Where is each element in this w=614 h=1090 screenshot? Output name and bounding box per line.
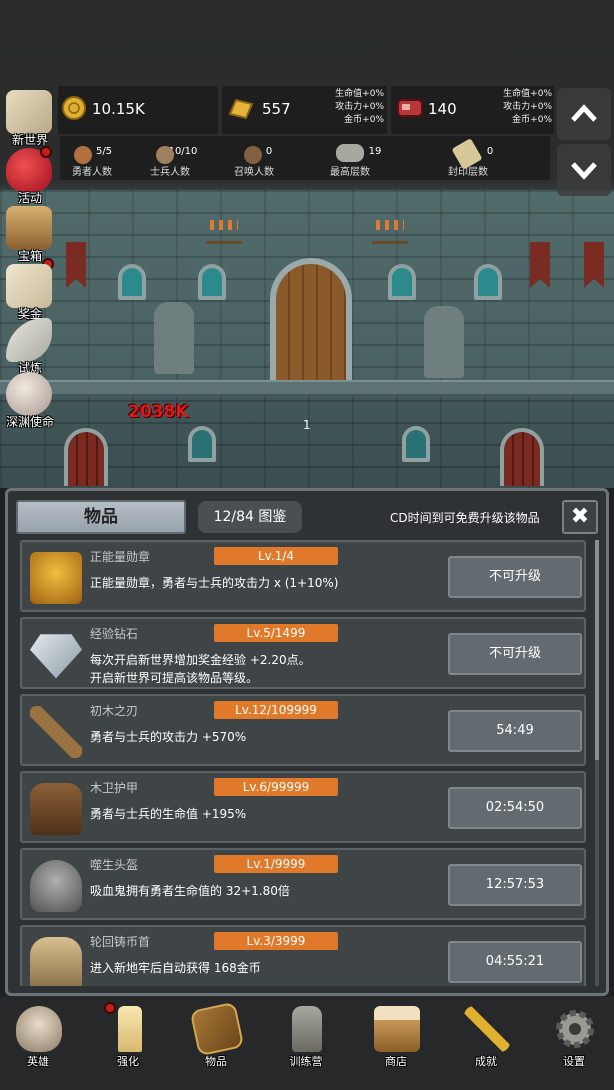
menu-chest[interactable]: 宝箱 [2, 204, 58, 270]
chandelier [372, 220, 408, 244]
damage-popup: 2038K [128, 402, 189, 422]
items-list[interactable]: 正能量勋章 Lv.1/4 正能量勋章，勇者与士兵的攻击力 x (1+10%) 不… [20, 540, 586, 986]
meat-bonus: 生命值+0% 攻击力+0% 金币+0% [503, 89, 552, 125]
list-item: 初木之刃 Lv.12/109999 勇者与士兵的攻击力 +570% 54:49 [20, 694, 586, 766]
menu-events[interactable]: 活动 [2, 146, 58, 205]
tab-items[interactable]: 物品 [16, 500, 186, 534]
summon-face-icon [244, 146, 262, 164]
nav-items[interactable]: 物品 [184, 1001, 248, 1072]
gold-ingot-bonus: 生命值+0% 攻击力+0% 金币+0% [335, 89, 384, 125]
hero-face-icon [74, 146, 92, 164]
castle-window [474, 264, 502, 300]
upgrade-timer-button[interactable]: 54:49 [448, 710, 582, 752]
upgrade-button[interactable]: 不可升级 [448, 633, 582, 675]
beer-mug-icon [374, 1006, 420, 1052]
side-door [64, 428, 108, 486]
meat-amount: 140 [428, 100, 457, 118]
envelope-icon [6, 264, 52, 308]
castle-window [188, 426, 216, 462]
chevron-up-icon [571, 104, 597, 122]
upgrade-button[interactable]: 不可升级 [448, 556, 582, 598]
key-icon [464, 1006, 510, 1052]
gear-icon [556, 1010, 594, 1048]
nav-heroes[interactable]: 英雄 [6, 1002, 70, 1072]
chevron-down-icon [571, 162, 597, 180]
list-item: 正能量勋章 Lv.1/4 正能量勋章，勇者与士兵的攻击力 x (1+10%) 不… [20, 540, 586, 612]
upgrade-timer-button[interactable]: 02:54:50 [448, 787, 582, 829]
close-icon: ✖ [570, 504, 590, 529]
gold-ingot-amount: 557 [262, 100, 291, 118]
castle-window [118, 264, 146, 300]
notification-dot [104, 1002, 116, 1014]
knight-statue [154, 302, 194, 374]
notification-dot [40, 146, 52, 158]
chandelier [206, 220, 242, 244]
nav-achievements[interactable]: 成就 [454, 1002, 518, 1072]
meat-icon [397, 99, 423, 117]
wing-icon [6, 318, 52, 362]
gold-ingot-icon [228, 98, 254, 120]
nav-enhance[interactable]: 强化 [96, 1002, 160, 1072]
lantern-icon [292, 1006, 322, 1052]
map-icon [6, 90, 52, 134]
close-button[interactable]: ✖ [562, 500, 598, 534]
skull-icon [16, 1006, 62, 1052]
nav-training[interactable]: 训练营 [274, 1002, 338, 1072]
diamond-icon [30, 634, 82, 679]
menu-new-world[interactable]: 新世界 [2, 88, 58, 147]
menu-trial[interactable]: 试炼 [2, 316, 58, 375]
side-door [500, 428, 544, 486]
candle-icon [118, 1006, 142, 1052]
castle-floor [0, 380, 614, 394]
knight-statue [424, 306, 464, 378]
dungeon-scene [0, 0, 614, 488]
crown-medal-icon [30, 552, 82, 604]
main-gate [270, 258, 352, 380]
gold-amount: 10.15K [92, 100, 145, 118]
list-scrollbar-thumb[interactable] [595, 540, 599, 760]
heroes-count-stat: 5/5 勇者人数 [72, 146, 113, 178]
wooden-armor-icon [30, 783, 82, 835]
scroll-down-button[interactable] [557, 144, 611, 196]
nav-settings[interactable]: 设置 [542, 1002, 606, 1072]
catalog-button[interactable]: 12/84 图鉴 [198, 501, 302, 533]
list-item: 木卫护甲 Lv.6/99999 勇者与士兵的生命值 +195% 02:54:50 [20, 771, 586, 843]
wave-number: 1 [303, 418, 311, 432]
soldier-face-icon [156, 146, 174, 164]
castle-window [198, 264, 226, 300]
list-item: 轮回铸币首 Lv.3/3999 进入新地牢后自动获得 168金币 04:55:2… [20, 925, 586, 986]
stone-icon [336, 144, 364, 162]
upgrade-timer-button[interactable]: 12:57:53 [448, 864, 582, 906]
menu-abyss-mission[interactable]: 深渊使命 [2, 370, 58, 429]
scroll-up-button[interactable] [557, 88, 611, 140]
castle-window [388, 264, 416, 300]
helmet-icon [30, 860, 82, 912]
treasure-chest-icon [6, 206, 52, 250]
upgrade-timer-button[interactable]: 04:55:21 [448, 941, 582, 983]
gold-coin-icon [62, 96, 86, 120]
list-item: 经验钻石 Lv.5/1499 每次开启新世界增加奖金经验 +2.20点。 开启新… [20, 617, 586, 689]
list-item: 噬生头盔 Lv.1/9999 吸血鬼拥有勇者生命值的 32+1.80倍 12:5… [20, 848, 586, 920]
bucket-helm-icon [30, 937, 82, 986]
orb-icon [6, 372, 52, 416]
menu-bonus[interactable]: 奖金 [2, 262, 58, 321]
book-icon [189, 1001, 245, 1057]
cd-note: CD时间到可免费升级该物品 [390, 511, 540, 525]
castle-window [402, 426, 430, 462]
wooden-sword-icon [30, 706, 82, 758]
nav-shop[interactable]: 商店 [364, 1002, 428, 1072]
